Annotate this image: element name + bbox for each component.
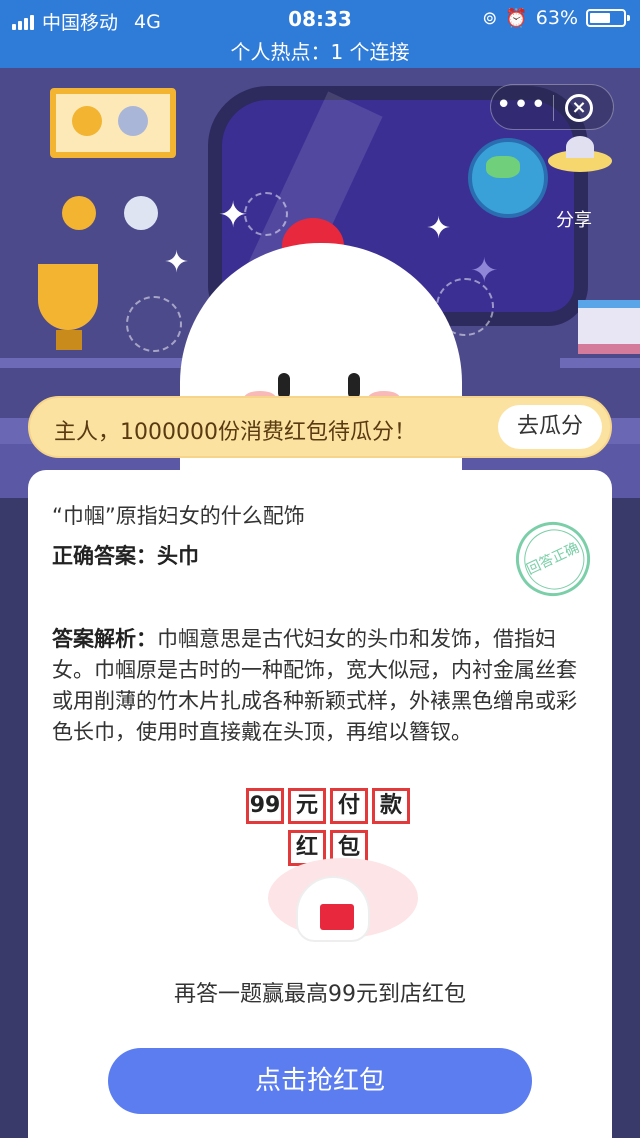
close-icon[interactable]: × <box>565 94 593 122</box>
share-ufo-icon[interactable] <box>548 136 612 172</box>
question-text: “巾帼”原指妇女的什么配饰 <box>52 504 305 528</box>
split-button[interactable]: 去瓜分 <box>498 405 602 449</box>
correct-stamp: 回答正确 <box>503 509 603 609</box>
sparkle-icon: ✦ <box>470 251 499 291</box>
promo-char: 付 <box>330 788 368 824</box>
sparkle-icon: ✦ <box>218 195 249 236</box>
books-icon <box>578 300 640 354</box>
capsule-menu: ••• × <box>490 84 614 130</box>
analysis-label: 答案解析： <box>52 627 157 651</box>
grab-redpacket-button[interactable]: 点击抢红包 <box>108 1048 532 1114</box>
chicken-redpacket-icon <box>296 876 370 942</box>
answer-card: “巾帼”原指妇女的什么配饰 正确答案：头巾 回答正确 答案解析：巾帼意思是古代妇… <box>28 470 612 1138</box>
share-label[interactable]: 分享 <box>556 206 592 232</box>
sparkle-icon: ✦ <box>426 211 452 246</box>
award-frame-icon <box>50 88 176 158</box>
right-shelf <box>560 358 640 368</box>
alarm-icon: ⏰ <box>505 7 528 29</box>
gold-medal-icon <box>62 196 96 230</box>
stamp-text: 回答正确 <box>524 539 582 579</box>
trophy-icon <box>38 264 98 350</box>
decor-ring <box>126 296 182 352</box>
planet-icon <box>468 138 548 218</box>
more-icon[interactable]: ••• <box>491 85 553 131</box>
hotspot-bar[interactable]: 个人热点：1 个连接 <box>0 36 640 65</box>
answer-value: 头巾 <box>157 544 199 568</box>
promo-char: 99 <box>246 788 284 824</box>
silver-medal-icon <box>124 196 158 230</box>
answer-label: 正确答案： <box>52 544 157 568</box>
battery-percent: 63% <box>535 7 578 29</box>
correct-answer: 正确答案：头巾 <box>52 540 199 570</box>
promo-caption: 再答一题赢最高99元到店红包 <box>174 982 466 1007</box>
capsule-divider <box>553 95 554 121</box>
status-bar: 中国移动 4G 08:33 ⊚ ⏰ 63% 个人热点：1 个连接 <box>0 0 640 68</box>
promo-char: 款 <box>372 788 410 824</box>
promo-graphic[interactable]: 99 元 付 款 红 包 <box>228 788 428 942</box>
promo-char: 元 <box>288 788 326 824</box>
analysis-paragraph: 答案解析：巾帼意思是古代妇女的头巾和发饰，借指妇女。巾帼原是古时的一种配饰，宽大… <box>52 624 582 748</box>
left-shelf <box>0 358 200 368</box>
decor-ring <box>244 192 288 236</box>
status-right: ⊚ ⏰ 63% <box>482 7 630 29</box>
promo-line-1: 99 元 付 款 <box>228 788 428 824</box>
rotation-lock-icon: ⊚ <box>482 7 498 29</box>
battery-icon <box>586 9 630 27</box>
redpacket-banner: 主人，1000000份消费红包待瓜分！ 去瓜分 <box>28 396 612 458</box>
sparkle-icon: ✦ <box>164 245 190 280</box>
banner-text: 主人，1000000份消费红包待瓜分！ <box>54 420 416 445</box>
